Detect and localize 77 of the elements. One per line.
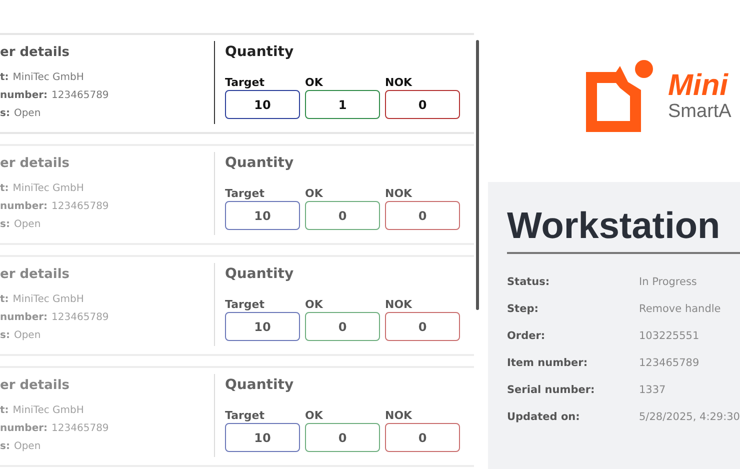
quantity-field[interactable]: 0 (385, 312, 460, 341)
field-label: s: (0, 219, 10, 232)
quantity-field[interactable]: 0 (305, 423, 380, 452)
order-card[interactable]: er details t: MiniTec GmbH number: 123465789 s: Open Quantity Target 10 OK 0 NOK 0 (0, 144, 474, 245)
field-label: s: (0, 330, 10, 343)
field-value: MiniTec GmbH (12, 405, 84, 418)
workstation-title: Workstation (507, 204, 722, 248)
info-label: Order: (507, 330, 546, 342)
quantity-label: NOK (385, 187, 414, 201)
field-label: t: (0, 72, 9, 85)
quantity-field[interactable]: 10 (225, 90, 300, 119)
info-value: In Progress (639, 276, 697, 288)
quantity-label: Target (225, 409, 266, 423)
quantity-field[interactable]: 0 (385, 90, 460, 119)
info-value: 1337 (639, 384, 666, 396)
field-label: t: (0, 405, 9, 418)
info-value: Remove handle (639, 302, 721, 314)
order-card[interactable]: er details t: MiniTec GmbH number: 123465789 s: Open Quantity Target 10 OK 0 NOK 0 (0, 255, 474, 356)
field-label: number: (0, 423, 48, 436)
quantity-label: Target (225, 76, 266, 90)
quantity-field[interactable]: 0 (385, 423, 460, 452)
quantity-label: OK (305, 409, 324, 423)
quantity-field[interactable]: 10 (225, 201, 300, 230)
field-value: 123465789 (52, 312, 109, 325)
quantity-title: Quantity (225, 44, 295, 60)
card-title: er details (0, 156, 71, 171)
field-label: t: (0, 294, 9, 307)
logo-brand: Mini (668, 70, 730, 102)
info-value: 103225551 (639, 330, 700, 342)
card-title: er details (0, 267, 71, 282)
field-label: number: (0, 201, 48, 214)
field-value: Open (14, 441, 41, 454)
field-value: Open (14, 108, 41, 121)
order-card[interactable]: er details t: MiniTec GmbH number: 123465789 s: Open Quantity Target 10 OK 1 NOK 0 (0, 33, 474, 134)
info-label: Serial number: (507, 384, 596, 396)
quantity-label: NOK (385, 298, 414, 312)
card-title: er details (0, 378, 71, 393)
quantity-label: NOK (385, 409, 414, 423)
quantity-label: Target (225, 187, 266, 201)
quantity-label: OK (305, 76, 324, 90)
quantity-field[interactable]: 10 (225, 423, 300, 452)
info-label: Updated on: (507, 410, 581, 422)
quantity-title: Quantity (225, 155, 295, 171)
field-value: MiniTec GmbH (12, 294, 84, 307)
quantity-field[interactable]: 0 (305, 312, 380, 341)
field-value: Open (14, 219, 41, 232)
field-label: s: (0, 108, 10, 121)
field-value: 123465789 (52, 201, 109, 214)
quantity-label: OK (305, 187, 324, 201)
quantity-label: Target (225, 298, 266, 312)
card-title: er details (0, 45, 71, 60)
field-label: s: (0, 441, 10, 454)
field-label: number: (0, 90, 48, 103)
info-label: Status: (507, 276, 551, 288)
quantity-field[interactable]: 0 (305, 201, 380, 230)
field-value: MiniTec GmbH (12, 183, 84, 196)
quantity-field[interactable]: 1 (305, 90, 380, 119)
logo-product: SmartA (668, 102, 732, 122)
info-label: Item number: (507, 356, 589, 368)
quantity-label: OK (305, 298, 324, 312)
quantity-label: NOK (385, 76, 414, 90)
field-value: Open (14, 330, 41, 343)
info-value: 5/28/2025, 4:29:30 (639, 410, 740, 422)
field-value: MiniTec GmbH (12, 72, 84, 85)
field-label: number: (0, 312, 48, 325)
info-label: Step: (507, 302, 540, 314)
field-value: 123465789 (52, 90, 109, 103)
scrollbar-thumb[interactable] (476, 40, 480, 310)
order-card[interactable]: er details t: MiniTec GmbH number: 123465789 s: Open Quantity Target 10 OK 0 NOK 0 (0, 366, 474, 467)
logo-icon (586, 60, 654, 132)
quantity-field[interactable]: 0 (385, 201, 460, 230)
field-value: 123465789 (52, 423, 109, 436)
quantity-field[interactable]: 10 (225, 312, 300, 341)
info-value: 123465789 (639, 356, 700, 368)
quantity-title: Quantity (225, 377, 295, 393)
quantity-title: Quantity (225, 266, 295, 282)
field-label: t: (0, 183, 9, 196)
